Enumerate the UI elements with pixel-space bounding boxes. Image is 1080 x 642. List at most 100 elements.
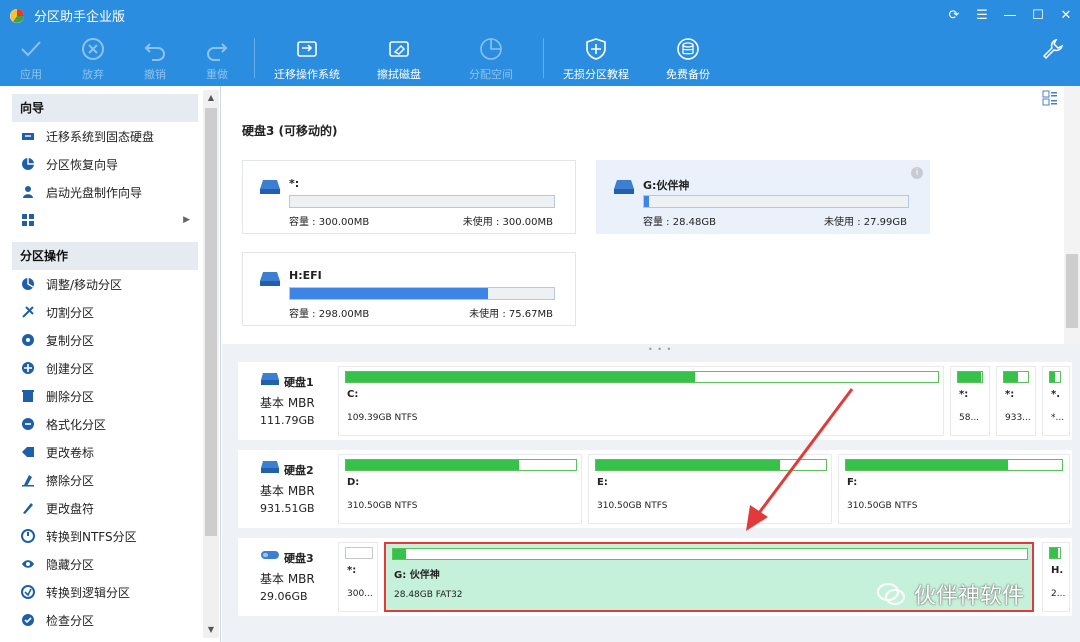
apply-button[interactable]: 应用	[0, 30, 62, 86]
maximize-icon[interactable]: ☐	[1024, 0, 1052, 30]
window-title: 分区助手企业版	[34, 9, 126, 25]
chevron-right-icon: ▶	[183, 215, 190, 225]
toolbar-separator	[254, 38, 255, 78]
scroll-down-icon[interactable]: ▼	[203, 622, 219, 638]
drive-icon	[613, 179, 635, 198]
pie-icon	[480, 38, 502, 60]
usage-fill	[644, 196, 650, 207]
sidebar-item-op[interactable]: 复制分区	[12, 326, 198, 354]
format-icon	[20, 416, 36, 432]
removable-disk-icon	[260, 548, 280, 565]
scroll-thumb[interactable]	[205, 108, 217, 536]
sidebar-item-op[interactable]: 格式化分区	[12, 410, 198, 438]
check-icon	[21, 41, 41, 57]
resize-icon	[20, 276, 36, 292]
wechat-icon	[877, 583, 905, 605]
sidebar-item-op[interactable]: 转换到NTFS分区	[12, 522, 198, 550]
usage-fill	[346, 460, 519, 470]
sidebar-item-op[interactable]: 转换到逻辑分区	[12, 578, 198, 606]
undo-icon	[144, 43, 165, 61]
usage-fill	[290, 288, 488, 299]
usage-bar	[289, 195, 555, 208]
partition-card[interactable]: *: 容量 : 300.00MB 未使用 : 300.00MB	[242, 160, 576, 234]
usage-fill	[393, 549, 406, 559]
partition-block[interactable]: *: 300...	[338, 542, 378, 612]
partition-block[interactable]: *. *...	[1042, 366, 1070, 436]
hide-icon	[20, 556, 36, 572]
partition-card[interactable]: H:EFI 容量 : 298.00MB 未使用 : 75.67MB	[242, 252, 576, 326]
sidebar-item-more[interactable]: ▶	[12, 206, 198, 234]
usage-bar	[289, 287, 555, 300]
scroll-thumb[interactable]	[1066, 254, 1078, 328]
toolbar-separator	[543, 38, 544, 78]
tutorial-button[interactable]: 无损分区教程	[550, 30, 642, 86]
redo-button[interactable]: 重做	[186, 30, 248, 86]
app-logo-icon	[8, 6, 26, 24]
annotation-arrow	[746, 388, 854, 531]
apps-icon	[20, 212, 36, 228]
close-icon[interactable]: ✕	[1052, 0, 1080, 30]
disk-title: 硬盘3 (可移动的)	[242, 124, 338, 138]
usage-fill	[1004, 372, 1019, 382]
toolbar: 应用 放弃 撤销 重做 迁移操作系统 擦拭磁盘 分配空间 无损分区教程 免费备份	[0, 30, 1080, 86]
wipe-disk-button[interactable]: 擦拭磁盘	[353, 30, 445, 86]
disk-row[interactable]: 硬盘1 基本 MBR 111.79GB C: 109.39GB NTFS *: …	[238, 362, 1072, 440]
usage-fill	[846, 460, 1008, 470]
label-icon	[20, 444, 36, 460]
scroll-up-icon[interactable]: ▲	[203, 90, 219, 106]
info-icon[interactable]: i	[911, 167, 923, 179]
delete-icon	[20, 388, 36, 404]
view-toggle-icon[interactable]	[1042, 90, 1058, 106]
migrate-icon	[20, 128, 36, 144]
migrate-os-button[interactable]: 迁移操作系统	[261, 30, 353, 86]
panel-splitter[interactable]: • • •	[222, 344, 1080, 354]
sidebar-scrollbar[interactable]: ▲ ▼	[203, 90, 219, 638]
partition-detail-panel: 硬盘3 (可移动的) *: 容量 : 300.00MB 未使用 : 300.00…	[222, 86, 1080, 344]
logical-icon	[20, 584, 36, 600]
backup-icon	[677, 38, 699, 60]
free-backup-button[interactable]: 免费备份	[642, 30, 734, 86]
drive-icon	[259, 271, 281, 290]
sidebar-item-op[interactable]: 擦除分区	[12, 466, 198, 494]
sidebar-item-op[interactable]: 创建分区	[12, 354, 198, 382]
letter-icon	[20, 500, 36, 516]
disk-row[interactable]: 硬盘2 基本 MBR 931.51GB D: 310.50GB NTFS E: …	[238, 450, 1072, 528]
sidebar-item-op[interactable]: 更改盘符	[12, 494, 198, 522]
partition-card-selected[interactable]: i G:伙伴神 容量 : 28.48GB 未使用 : 27.99GB	[596, 160, 930, 234]
sidebar-item-bootdisk[interactable]: 启动光盘制作向导	[12, 178, 198, 206]
shield-plus-icon	[586, 38, 606, 60]
hard-disk-icon	[260, 460, 280, 477]
sidebar-item-op[interactable]: 删除分区	[12, 382, 198, 410]
refresh-icon[interactable]: ⟳	[940, 0, 968, 30]
partition-block[interactable]: *: 933...	[996, 366, 1036, 436]
ops-header: 分区操作	[12, 242, 198, 270]
sidebar-item-op[interactable]: 检查分区	[12, 606, 198, 634]
allocate-space-button[interactable]: 分配空间	[445, 30, 537, 86]
sidebar-item-op[interactable]: 更改卷标	[12, 438, 198, 466]
sidebar-item-migrate-ssd[interactable]: 迁移系统到固态硬盘	[12, 122, 198, 150]
undo-button[interactable]: 撤销	[124, 30, 186, 86]
sidebar-item-op[interactable]: 切割分区	[12, 298, 198, 326]
sidebar-item-recovery[interactable]: 分区恢复向导	[12, 150, 198, 178]
check-icon	[20, 612, 36, 628]
redo-icon	[207, 43, 228, 61]
discard-button[interactable]: 放弃	[62, 30, 124, 86]
wipe-icon	[20, 472, 36, 488]
partition-block[interactable]: H. 2...	[1042, 542, 1070, 612]
partition-block[interactable]: *: 58...	[950, 366, 990, 436]
menu-icon[interactable]: ☰	[968, 0, 996, 30]
create-icon	[20, 360, 36, 376]
sidebar-item-op[interactable]: 调整/移动分区	[12, 270, 198, 298]
sidebar-item-op[interactable]: 隐藏分区	[12, 550, 198, 578]
minimize-icon[interactable]: —	[996, 0, 1024, 30]
watermark: 伙伴神软件	[876, 578, 1024, 610]
bootdisk-icon	[20, 184, 36, 200]
eraser-disk-icon	[389, 41, 409, 57]
wrench-icon[interactable]	[1040, 36, 1066, 65]
partition-block[interactable]: D: 310.50GB NTFS	[338, 454, 582, 524]
usage-fill	[1050, 548, 1058, 558]
copy-icon	[20, 332, 36, 348]
partition-block[interactable]: F: 310.50GB NTFS	[838, 454, 1070, 524]
usage-fill	[958, 372, 981, 382]
top-panel-scrollbar[interactable]	[1064, 86, 1080, 344]
